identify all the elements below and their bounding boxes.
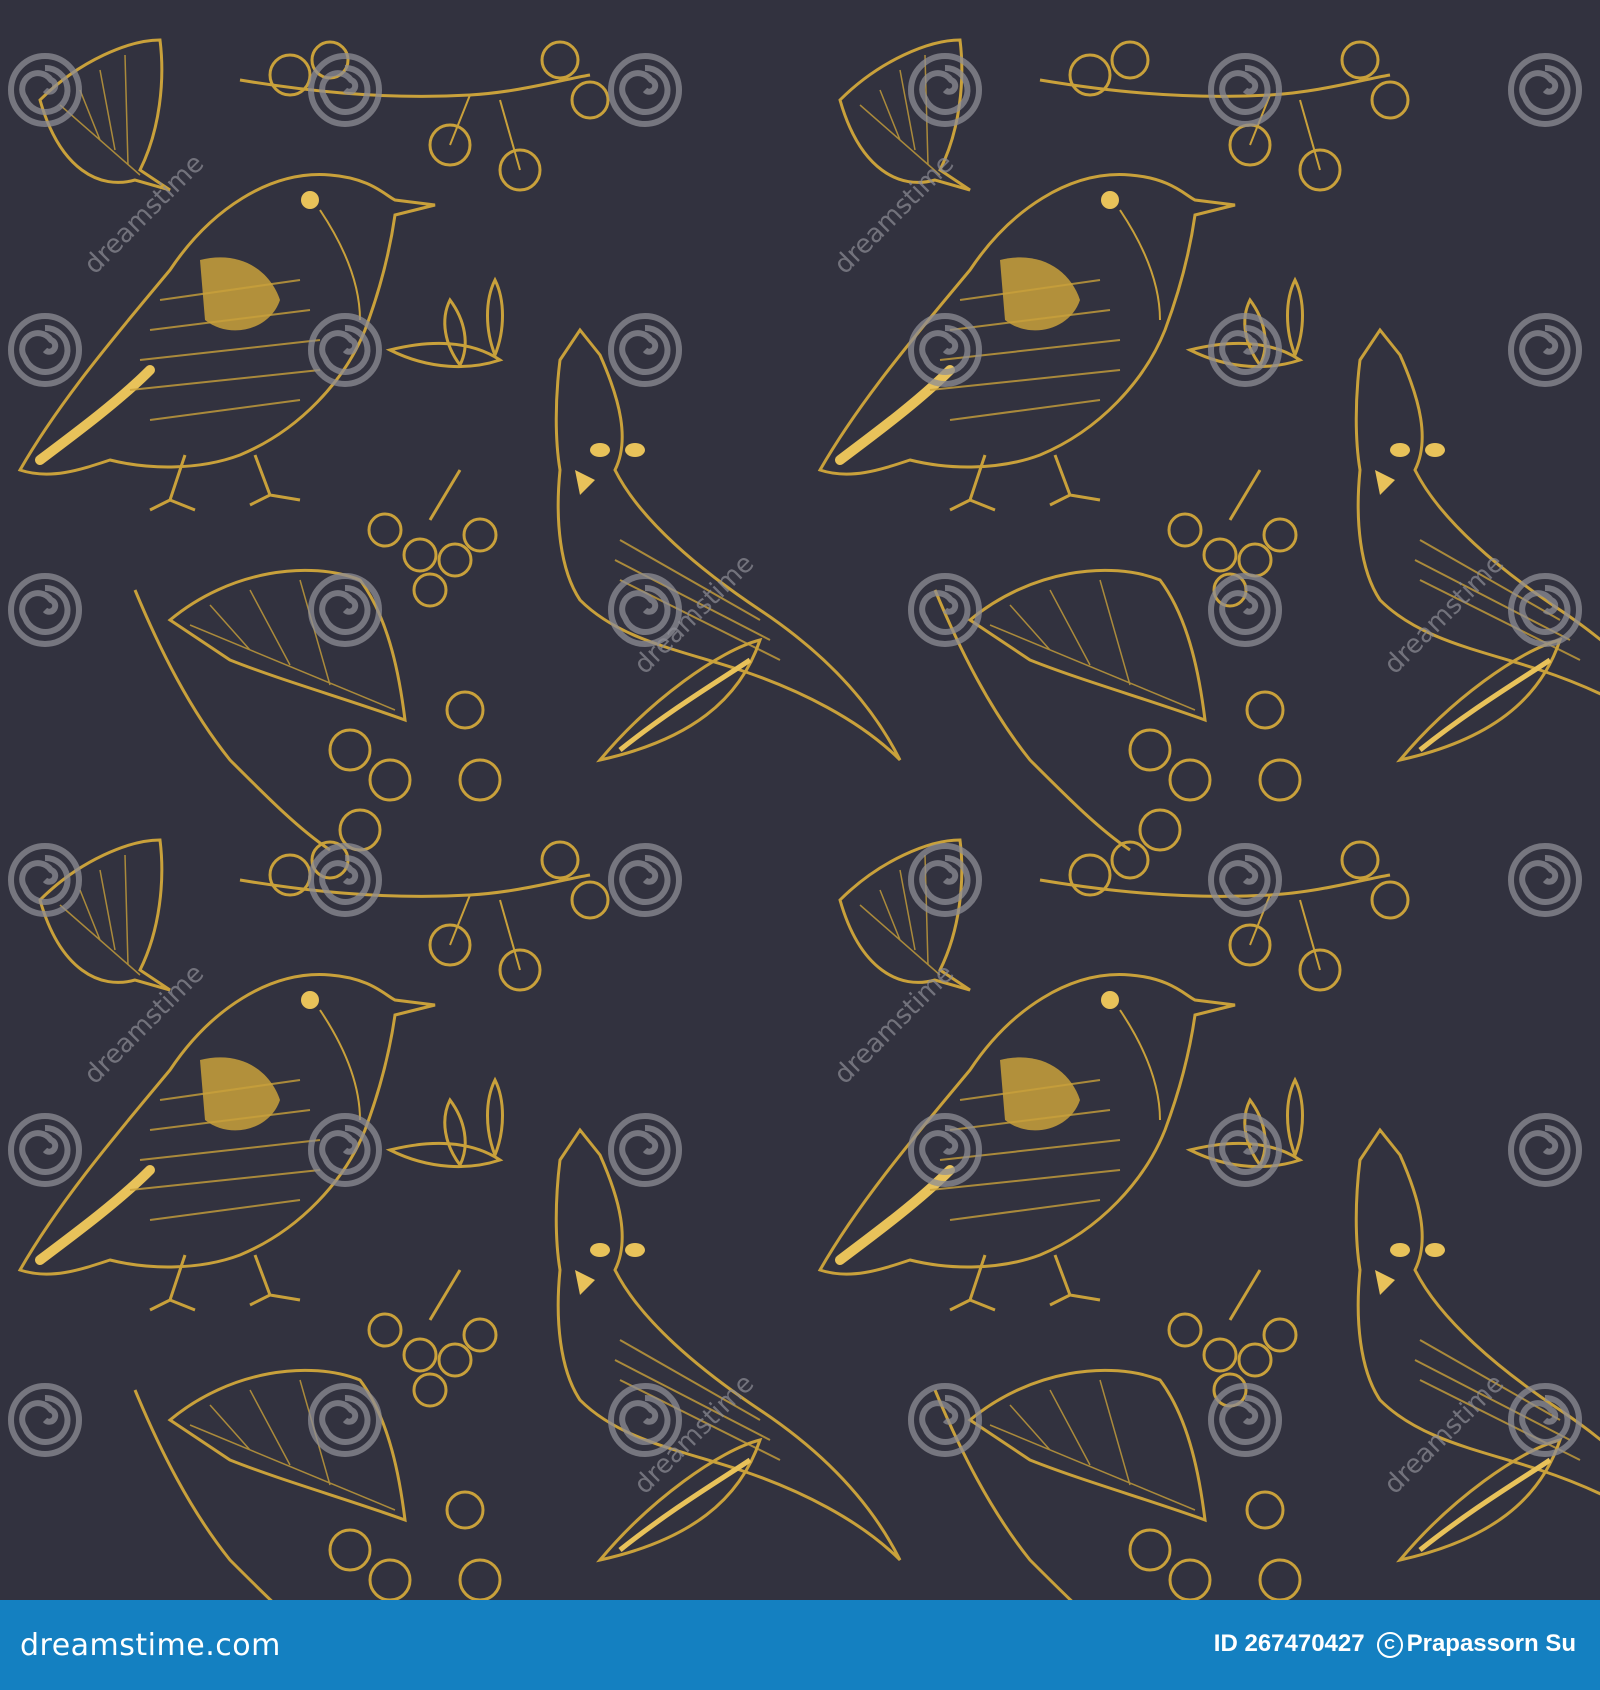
watermark-swirl-icon [911, 1116, 979, 1184]
watermark-swirl-icon [311, 1386, 379, 1454]
watermark-swirl-icon [11, 1386, 79, 1454]
watermark-swirl-icon [11, 316, 79, 384]
watermark-swirl-icon [911, 316, 979, 384]
leaf-sprig-motif [388, 278, 504, 369]
watermark-swirl-icon [11, 56, 79, 124]
site-logo[interactable]: dreamstime.com [20, 1628, 281, 1663]
pattern-artwork: dreamstime dreamstime dreamstime dreamstime… [0, 0, 1600, 1600]
watermark-swirl-icon [611, 316, 679, 384]
cardinal-motif [1356, 1130, 1600, 1560]
berry-cluster-motif [367, 468, 498, 608]
watermark-swirl-icon [1211, 316, 1279, 384]
watermark-swirl-icon [311, 576, 379, 644]
watermark-swirl-icon [611, 1116, 679, 1184]
watermark-swirl-icon [1511, 1116, 1579, 1184]
watermark-swirl-icon [1511, 1386, 1579, 1454]
author-name[interactable]: Prapassorn Su [1407, 1630, 1576, 1657]
watermark-swirl-icon [11, 846, 79, 914]
watermark-swirl-icon [311, 316, 379, 384]
watermark-swirl-icon [311, 1116, 379, 1184]
image-id: ID 267470427 [1213, 1630, 1365, 1657]
leaf-sprig-motif [388, 1078, 504, 1169]
copyright-icon: C [1376, 1632, 1403, 1658]
watermark-text: dreamstime [829, 149, 961, 281]
watermark-swirl-icon [311, 56, 379, 124]
footer-bar: dreamstime.com ID 267470427 C Prapassorn S… [0, 1600, 1600, 1690]
watermark-text: dreamstime [1379, 1369, 1511, 1501]
gold-bird-berry-pattern: dreamstime dreamstimedreamstime dreamstime… [0, 38, 1600, 1600]
robin-motif [20, 975, 435, 1310]
watermark-swirl-icon [1511, 846, 1579, 914]
watermark-swirl-icon [1211, 846, 1279, 914]
watermark-swirl-icon [1211, 56, 1279, 124]
big-leaf-motif [133, 568, 502, 852]
berry-branch-motif [238, 40, 610, 192]
cardinal-motif [1356, 330, 1600, 760]
cardinal-motif [556, 330, 900, 760]
berry-cluster-motif [1167, 468, 1298, 608]
watermark-swirl-icon [1211, 1116, 1279, 1184]
watermark-text: dreamstime [79, 149, 211, 281]
berry-branch-motif [1038, 840, 1410, 992]
robin-motif [20, 175, 435, 510]
watermark-swirl-icon [311, 846, 379, 914]
watermark-swirl-icon [1211, 1386, 1279, 1454]
berry-cluster-motif [367, 1268, 498, 1408]
watermark-swirl-icon [1511, 576, 1579, 644]
watermark-swirl-icon [911, 1386, 979, 1454]
watermark-swirl-icon [611, 56, 679, 124]
watermark-swirl-icon [911, 56, 979, 124]
watermark-swirl-icon [1511, 316, 1579, 384]
cardinal-motif [556, 1130, 900, 1560]
berry-branch-motif [238, 840, 610, 992]
watermark-swirl-icon [11, 1116, 79, 1184]
watermark-swirl-icon [11, 576, 79, 644]
watermark-swirl-icon [911, 576, 979, 644]
watermark-swirl-icon [911, 846, 979, 914]
image-credit: ID 267470427 C Prapassorn Su [1214, 1630, 1576, 1658]
watermark-swirl-icon [1511, 56, 1579, 124]
watermark-swirl-icon [611, 846, 679, 914]
watermark-swirl-icon [1211, 576, 1279, 644]
